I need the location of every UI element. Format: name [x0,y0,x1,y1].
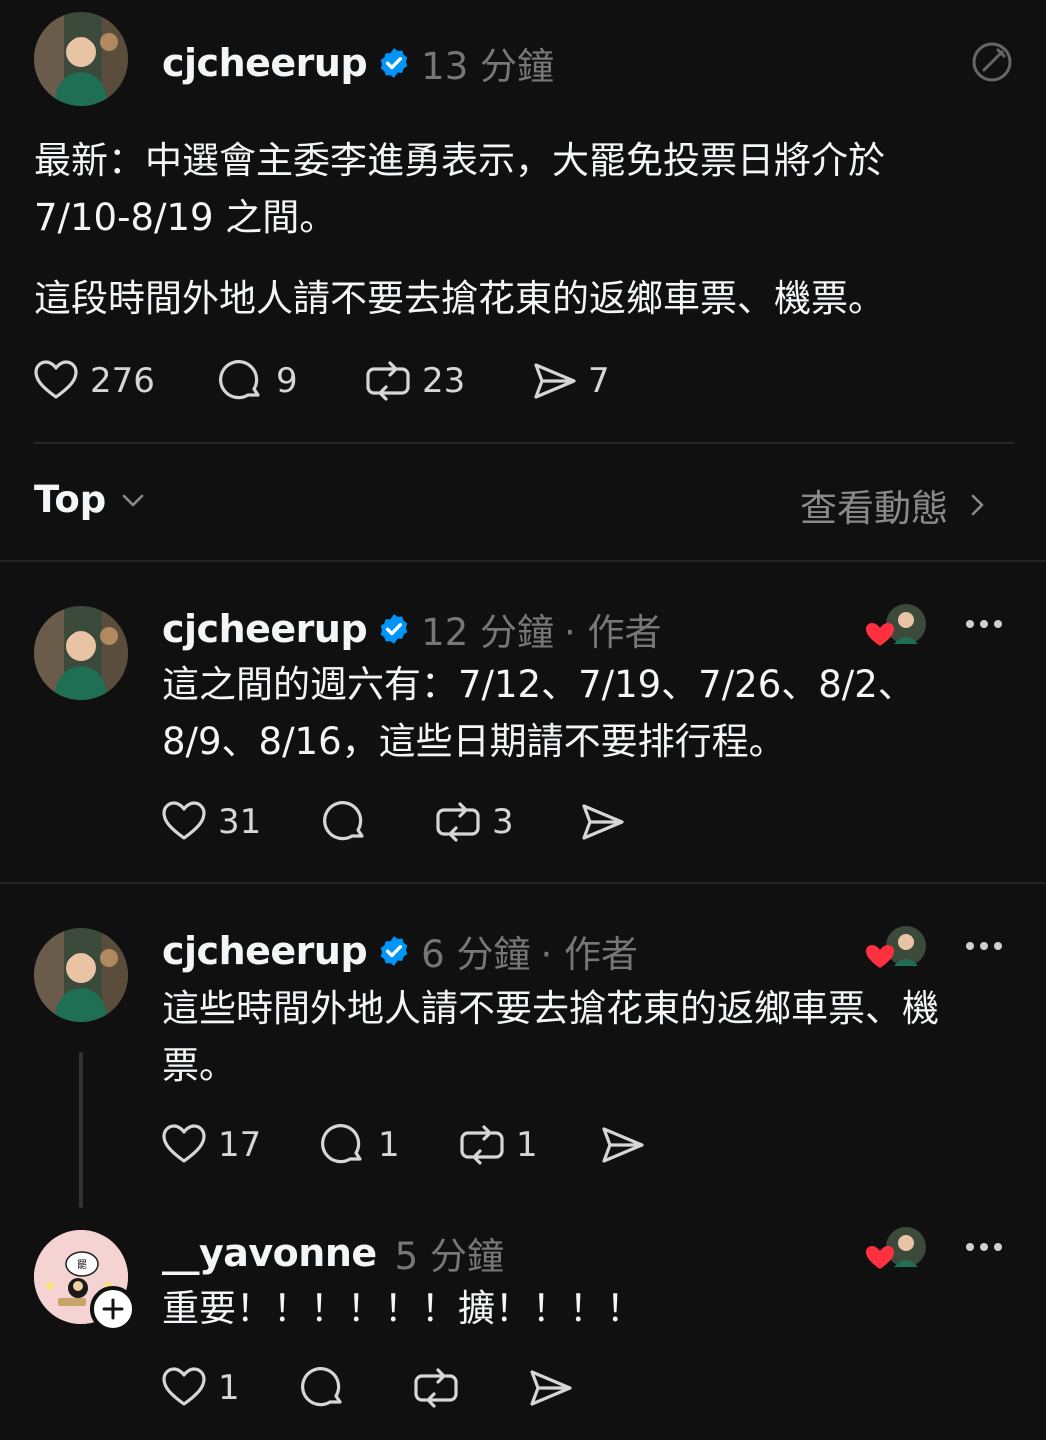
edit-icon[interactable] [968,38,1016,86]
repost-icon [366,361,410,401]
author-liked-icon [866,1227,926,1269]
view-activity-link[interactable]: 查看動態 [800,478,992,532]
like-button[interactable]: 31 [160,798,261,846]
repost-button[interactable]: 23 [364,357,465,405]
username[interactable]: cjcheerup [162,607,368,651]
verified-badge-icon [380,936,408,966]
share-button[interactable] [598,1121,646,1169]
comment-icon [219,360,260,400]
username[interactable]: cjcheerup [162,41,368,85]
reply-text-line: 重要！！！！！！擴！！！！ [162,1287,643,1330]
divider [0,882,1046,884]
avatar[interactable] [34,606,128,700]
repost-count: 1 [516,1125,538,1165]
author-liked-icon [866,604,926,646]
like-count: 276 [90,361,155,401]
repost-count: 23 [422,361,466,401]
share-button[interactable]: 7 [530,357,610,405]
sort-dropdown[interactable]: Top [34,478,148,521]
repost-icon [460,1125,504,1165]
view-activity-label: 查看動態 [800,487,948,530]
repost-button[interactable] [412,1364,460,1412]
share-button[interactable] [526,1364,574,1412]
like-button[interactable]: 276 [32,357,155,405]
follow-button[interactable] [90,1286,136,1332]
post-text-line: 這段時間外地人請不要去搶花東的返鄉車票、機票。 [34,277,885,320]
reply-time: 6 分鐘 [421,933,531,976]
repost-button[interactable]: 1 [458,1121,538,1169]
post-time: 13 分鐘 [421,45,555,88]
plus-icon [102,1298,124,1320]
send-icon [602,1127,644,1163]
heart-icon [162,801,206,840]
more-options-button[interactable] [966,942,1002,950]
reply-time: 12 分鐘 [421,611,555,654]
heart-icon [162,1367,206,1406]
author-tag: · 作者 [564,611,662,654]
repost-button[interactable]: 3 [434,798,514,846]
send-icon [530,1370,572,1406]
avatar[interactable] [34,928,128,1022]
reply-button[interactable]: 1 [320,1121,400,1169]
svg-text:罷: 罷 [77,1259,87,1271]
like-button[interactable]: 1 [160,1364,240,1412]
repost-icon [436,802,480,842]
repost-count: 3 [492,802,514,842]
reply-time: 5 分鐘 [394,1235,504,1278]
divider [34,442,1014,444]
like-button[interactable]: 17 [160,1121,261,1169]
heart-icon [34,360,78,399]
reply-text-line: 這之間的週六有：7/12、7/19、7/26、8/2、 [162,663,915,706]
verified-badge-icon [380,48,408,78]
more-options-button[interactable] [966,1243,1002,1251]
reply-button[interactable] [322,798,370,846]
share-count: 7 [588,361,610,401]
post-text-line: 最新：中選會主委李進勇表示，大罷免投票日將介於 [34,139,885,182]
username[interactable]: cjcheerup [162,929,368,973]
post-text-line: 7/10-8/19 之間。 [34,196,337,239]
reply-text-line: 這些時間外地人請不要去搶花東的返鄉車票、機 [162,987,939,1030]
send-icon [582,804,624,840]
reply-button[interactable] [300,1364,348,1412]
reply-button[interactable]: 9 [218,357,298,405]
avatar[interactable] [34,12,128,106]
thread-line [79,1052,83,1208]
comment-icon [301,1367,342,1407]
chevron-right-icon [971,494,984,516]
comment-icon [321,1124,362,1164]
repost-icon [414,1368,458,1408]
like-count: 17 [218,1125,262,1165]
heart-icon [162,1124,206,1163]
sort-label: Top [34,478,107,521]
send-icon [534,363,576,399]
author-liked-icon [866,926,926,968]
author-tag: · 作者 [540,933,639,976]
reply-count: 9 [276,361,298,401]
divider [0,560,1046,562]
comment-icon [323,801,364,841]
username[interactable]: __yavonne [162,1231,377,1275]
share-button[interactable] [578,798,626,846]
reply-text-line: 8/9、8/16，這些日期請不要排行程。 [162,720,786,763]
verified-badge-icon [380,614,408,644]
like-count: 1 [218,1368,240,1408]
reply-text-line: 票。 [162,1044,236,1087]
like-count: 31 [218,802,262,842]
chevron-down-icon [122,494,144,506]
more-options-button[interactable] [966,620,1002,628]
reply-count: 1 [378,1125,400,1165]
